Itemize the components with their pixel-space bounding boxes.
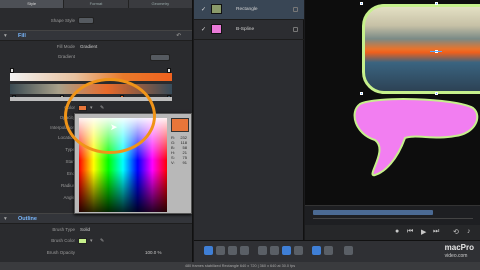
lock-icon[interactable] bbox=[293, 27, 298, 32]
record-icon[interactable]: ● bbox=[395, 228, 399, 235]
tools-toolbar: macPro video.com bbox=[194, 240, 480, 262]
selection-handle[interactable] bbox=[435, 92, 438, 95]
outline-section-title: Outline bbox=[18, 216, 37, 222]
status-bar: 480 frames stabilized Rectangle 640 x 72… bbox=[0, 262, 480, 270]
brush-type-row: Brush Type Solid bbox=[0, 225, 192, 235]
transform-tool-icon[interactable] bbox=[216, 246, 225, 255]
opacity-stop-handle[interactable] bbox=[167, 68, 171, 73]
outline-section-header[interactable]: ▾ Outline bbox=[0, 213, 192, 225]
logo-sub-text: video.com bbox=[444, 253, 468, 259]
inspector-panel: Style Format Geometry Shape Style ▾ Fill… bbox=[0, 0, 193, 262]
brush-opacity-value[interactable]: 100.0 % bbox=[145, 248, 162, 258]
chevron-down-icon[interactable]: ▾ bbox=[90, 236, 93, 246]
brush-color-row: Brush Color ▾ ✎ bbox=[0, 236, 192, 246]
eyedropper-icon[interactable]: ✎ bbox=[100, 236, 104, 246]
gradient-preset-popup[interactable] bbox=[150, 54, 170, 61]
brush-type-value[interactable]: Solid bbox=[80, 225, 90, 235]
selected-color-preview bbox=[171, 118, 189, 132]
layer-name: Rectangle bbox=[236, 7, 258, 12]
lock-icon[interactable] bbox=[293, 7, 298, 12]
tab-style[interactable]: Style bbox=[0, 0, 65, 8]
select-tool-icon[interactable] bbox=[204, 246, 213, 255]
reset-icon[interactable]: ↶ bbox=[176, 31, 181, 42]
play-icon[interactable]: ▶ bbox=[421, 228, 426, 236]
radius-label: Radius bbox=[60, 183, 75, 188]
gradient-opacity-bar[interactable] bbox=[10, 73, 172, 81]
highlight-circle bbox=[64, 78, 156, 154]
brush-type-label: Brush Type bbox=[52, 227, 75, 232]
selection-handle[interactable] bbox=[435, 2, 438, 5]
outline-disclosure-icon[interactable]: ▾ bbox=[4, 214, 7, 225]
gradient-row: Gradient bbox=[0, 52, 192, 62]
logo-main-text: macPro bbox=[444, 243, 474, 252]
canvas-viewer[interactable] bbox=[305, 0, 480, 205]
selection-handle[interactable] bbox=[360, 92, 363, 95]
zoom-tool-icon[interactable] bbox=[240, 246, 249, 255]
app-window: Style Format Geometry Shape Style ▾ Fill… bbox=[0, 0, 480, 270]
fill-mode-label: Fill Mode bbox=[56, 44, 75, 49]
fill-disclosure-icon[interactable]: ▾ bbox=[4, 31, 7, 42]
ellipse-tool-icon[interactable] bbox=[270, 246, 279, 255]
layers-panel: ✓ Rectangle ✓ B-Spline bbox=[194, 0, 304, 262]
mini-timeline[interactable] bbox=[305, 205, 480, 225]
go-to-end-icon[interactable]: ⏭ bbox=[433, 228, 439, 236]
go-to-start-icon[interactable]: ⏮ bbox=[407, 228, 413, 236]
gradient-label: Gradient bbox=[57, 54, 75, 59]
color-value-row: V: 91 bbox=[171, 160, 187, 165]
view-options-icon[interactable] bbox=[344, 246, 353, 255]
layer-item[interactable]: ✓ B-Spline bbox=[194, 20, 304, 40]
brush-color-label: Brush Color bbox=[51, 238, 75, 243]
layer-name: B-Spline bbox=[236, 27, 255, 32]
shape-style-label: Shape Style bbox=[50, 18, 75, 23]
inspector-tabs: Style Format Geometry bbox=[0, 0, 192, 8]
fill-section-header[interactable]: ▾ Fill ↶ bbox=[0, 30, 192, 42]
loop-icon[interactable]: ⟲ bbox=[453, 228, 459, 236]
bspline-shape bbox=[353, 98, 479, 177]
timeline-clip-bar[interactable] bbox=[313, 210, 433, 215]
macprovideo-logo: macPro video.com bbox=[445, 244, 474, 260]
visibility-checkbox[interactable]: ✓ bbox=[201, 6, 206, 13]
opacity-stop-handle[interactable] bbox=[10, 68, 14, 73]
brush-opacity-row: Brush Opacity 100.0 % bbox=[0, 248, 192, 258]
brush-opacity-label: Brush Opacity bbox=[46, 250, 75, 255]
mask-tool-icon[interactable] bbox=[324, 246, 333, 255]
rectangle-tool-icon[interactable] bbox=[258, 246, 267, 255]
tab-geometry[interactable]: Geometry bbox=[129, 0, 192, 8]
text-tool-icon[interactable] bbox=[312, 246, 321, 255]
shape-style-popup[interactable] bbox=[78, 17, 94, 24]
layer-thumbnail bbox=[211, 4, 222, 14]
fill-mode-value[interactable]: Gradient bbox=[80, 42, 97, 52]
color-values: R: 232 G: 118 B: 58 H: 21 S: 75 V: 91 bbox=[171, 135, 187, 165]
pan-tool-icon[interactable] bbox=[228, 246, 237, 255]
transport-controls: ● ⏮ ▶ ⏭ ⟲ ♪ bbox=[305, 225, 480, 240]
brush-color-swatch[interactable] bbox=[78, 238, 87, 244]
layer-item[interactable]: ✓ Rectangle bbox=[194, 0, 304, 20]
tab-format[interactable]: Format bbox=[64, 0, 129, 8]
fill-section-title: Fill bbox=[18, 33, 26, 39]
bezier-tool-icon[interactable] bbox=[282, 246, 291, 255]
visibility-checkbox[interactable]: ✓ bbox=[201, 26, 206, 33]
paint-tool-icon[interactable] bbox=[294, 246, 303, 255]
selection-handle[interactable] bbox=[360, 2, 363, 5]
fill-mode-row: Fill Mode Gradient bbox=[0, 42, 192, 52]
timeline-ruler bbox=[313, 218, 473, 219]
shape-style-row: Shape Style bbox=[0, 16, 192, 26]
audio-icon[interactable]: ♪ bbox=[467, 228, 471, 235]
anchor-crosshair bbox=[430, 51, 442, 52]
layer-thumbnail bbox=[211, 24, 222, 34]
rectangle-shape[interactable] bbox=[362, 4, 480, 94]
